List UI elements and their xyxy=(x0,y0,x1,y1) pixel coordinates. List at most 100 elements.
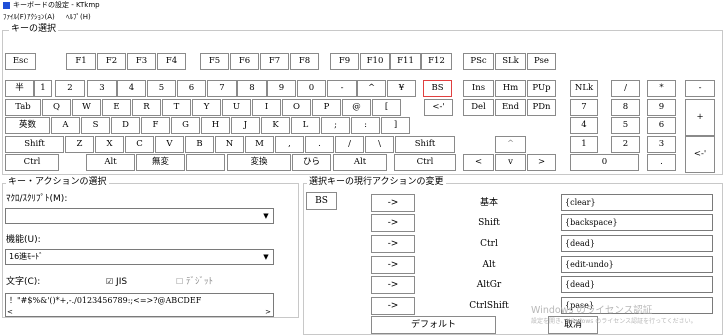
key-shift[interactable]: Shift xyxy=(5,136,64,153)
key-l[interactable]: L xyxy=(291,117,320,134)
key-shift[interactable]: Shift xyxy=(395,136,455,153)
menu-help[interactable]: ﾍﾙﾌﾟ(H) xyxy=(66,11,91,23)
key-0[interactable]: 0 xyxy=(570,154,639,171)
key-f8[interactable]: F8 xyxy=(290,53,319,70)
key-4[interactable]: 4 xyxy=(117,80,146,97)
key-a[interactable]: A xyxy=(51,117,80,134)
key-space[interactable] xyxy=(186,154,225,171)
dropdown-arrow-icon[interactable]: ▼ xyxy=(259,250,273,264)
key-k[interactable]: K xyxy=(261,117,290,134)
key-left[interactable]: < xyxy=(463,154,494,171)
key-colon[interactable]: : xyxy=(351,117,380,134)
key-pdn[interactable]: PDn xyxy=(527,99,556,116)
assign-arrow-button[interactable]: -> xyxy=(371,256,415,274)
key-enter[interactable]: <-' xyxy=(424,99,453,116)
key-f5[interactable]: F5 xyxy=(200,53,229,70)
key-slk[interactable]: SLk xyxy=(495,53,526,70)
key-down[interactable]: v xyxy=(495,154,526,171)
key-g[interactable]: G xyxy=(171,117,200,134)
key-q[interactable]: Q xyxy=(42,99,71,116)
key-pup[interactable]: PUp xyxy=(527,80,556,97)
key-slash[interactable]: / xyxy=(611,80,640,97)
key-2[interactable]: 2 xyxy=(611,136,640,153)
key-f6[interactable]: F6 xyxy=(230,53,259,70)
key-right[interactable]: > xyxy=(527,154,556,171)
key-5[interactable]: 5 xyxy=(611,117,640,134)
key-del[interactable]: Del xyxy=(463,99,494,116)
key-f2[interactable]: F2 xyxy=(97,53,126,70)
key-9[interactable]: 9 xyxy=(647,99,676,116)
key-1[interactable]: 1 xyxy=(570,136,598,153)
key-j[interactable]: J xyxy=(231,117,260,134)
key-alt[interactable]: Alt xyxy=(333,154,387,171)
assign-arrow-button[interactable]: -> xyxy=(371,194,415,212)
key-p[interactable]: P xyxy=(312,99,341,116)
key-w[interactable]: W xyxy=(72,99,101,116)
key-minus[interactable]: - xyxy=(327,80,357,97)
action-value-field[interactable]: {edit-undo} xyxy=(561,256,713,273)
key-e[interactable]: E xyxy=(102,99,131,116)
key-3[interactable]: 3 xyxy=(647,136,676,153)
key-muhenkan[interactable]: 無変 xyxy=(136,154,185,171)
key-t[interactable]: T xyxy=(162,99,191,116)
key-caret[interactable]: ^ xyxy=(495,136,526,153)
key-period[interactable]: . xyxy=(647,154,676,171)
jis-checkbox[interactable]: ☑ JIS xyxy=(106,276,127,288)
key-f[interactable]: F xyxy=(141,117,170,134)
key-v[interactable]: V xyxy=(155,136,184,153)
key-m[interactable]: M xyxy=(245,136,274,153)
key-hiragana[interactable]: ひら xyxy=(292,154,331,171)
key-eisu[interactable]: 英数 xyxy=(5,117,50,134)
key-8[interactable]: 8 xyxy=(237,80,267,97)
key-f3[interactable]: F3 xyxy=(127,53,156,70)
key-f10[interactable]: F10 xyxy=(360,53,390,70)
default-button[interactable]: デフォルト xyxy=(371,316,496,334)
key-asterisk[interactable]: * xyxy=(647,80,676,97)
key-at[interactable]: @ xyxy=(342,99,371,116)
key-f12[interactable]: F12 xyxy=(421,53,452,70)
key-c[interactable]: C xyxy=(125,136,154,153)
key-slash[interactable]: / xyxy=(335,136,364,153)
key-2[interactable]: 2 xyxy=(55,80,85,97)
key-semicolon[interactable]: ; xyxy=(321,117,350,134)
action-value-field[interactable]: {backspace} xyxy=(561,214,713,231)
key-f1[interactable]: F1 xyxy=(66,53,96,70)
key-ins[interactable]: Ins xyxy=(463,80,494,97)
key-plus[interactable]: + xyxy=(685,99,715,136)
key-backslash[interactable]: \ xyxy=(365,136,394,153)
key-s[interactable]: S xyxy=(81,117,110,134)
key-psc[interactable]: PSc xyxy=(463,53,494,70)
key-n[interactable]: N xyxy=(215,136,244,153)
key-tab[interactable]: Tab xyxy=(5,99,41,116)
key-nlk[interactable]: NLk xyxy=(570,80,598,97)
menu-file[interactable]: ﾌｧｲﾙ(F) xyxy=(3,11,27,23)
function-select[interactable]: 16進ﾓｰﾄﾞ ▼ xyxy=(5,249,274,265)
key-rbracket[interactable]: ] xyxy=(381,117,410,134)
key-minus[interactable]: - xyxy=(685,80,715,97)
key-x[interactable]: X xyxy=(95,136,124,153)
key-b[interactable]: B xyxy=(185,136,214,153)
key-ctrl[interactable]: Ctrl xyxy=(394,154,456,171)
assign-arrow-button[interactable]: -> xyxy=(371,214,415,232)
key-hankaku[interactable]: 半 xyxy=(5,80,34,97)
key-6[interactable]: 6 xyxy=(177,80,206,97)
key-enter[interactable]: <-' xyxy=(685,136,715,173)
digit-checkbox[interactable]: ☐ ﾃﾞｼﾞｯﾄ xyxy=(176,276,213,288)
selected-key-button[interactable]: BS xyxy=(306,192,337,210)
key-3[interactable]: 3 xyxy=(87,80,117,97)
key-z[interactable]: Z xyxy=(65,136,94,153)
key-r[interactable]: R xyxy=(132,99,161,116)
key-9[interactable]: 9 xyxy=(267,80,296,97)
key-period[interactable]: . xyxy=(305,136,334,153)
key-bs[interactable]: BS xyxy=(423,80,452,97)
key-1[interactable]: 1 xyxy=(34,80,52,97)
assign-arrow-button[interactable]: -> xyxy=(371,276,415,294)
scroll-right-icon[interactable]: > xyxy=(265,308,271,316)
key-esc[interactable]: Esc xyxy=(5,53,36,70)
menu-action[interactable]: ｱｸｼｮﾝ(A) xyxy=(27,11,55,23)
key-lbracket[interactable]: [ xyxy=(372,99,401,116)
key-f11[interactable]: F11 xyxy=(390,53,421,70)
macro-select[interactable]: ▼ xyxy=(5,208,274,224)
key-f7[interactable]: F7 xyxy=(260,53,289,70)
action-value-field[interactable]: {dead} xyxy=(561,276,713,293)
